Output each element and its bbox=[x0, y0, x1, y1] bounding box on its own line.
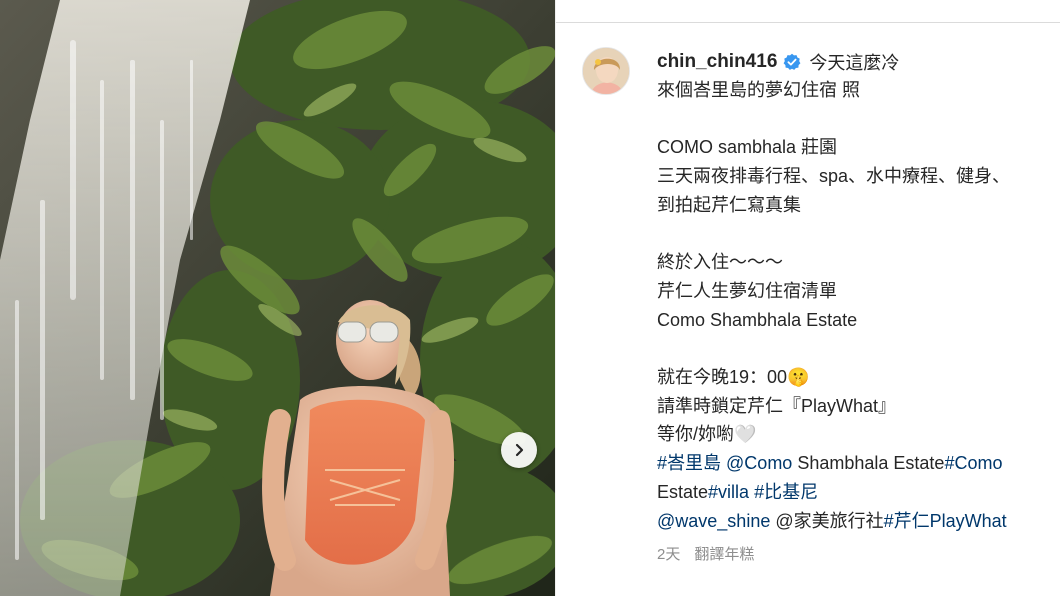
hashtag-link[interactable]: #Como bbox=[944, 453, 1002, 473]
next-photo-button[interactable] bbox=[501, 432, 537, 468]
avatar-image bbox=[583, 48, 629, 94]
verified-badge-icon bbox=[783, 53, 801, 70]
chevron-right-icon bbox=[515, 443, 524, 457]
username-link[interactable]: chin_chin416 bbox=[657, 51, 777, 73]
caption-line: 到拍起芹仁寫真集 bbox=[657, 194, 801, 215]
caption-line: Como Shambhala Estate bbox=[657, 309, 858, 330]
post-photo[interactable] bbox=[0, 0, 555, 596]
hashtag-line: Estate#villa #比基尼 bbox=[657, 478, 1060, 507]
caption-line: 等你/妳喲🤍 bbox=[657, 424, 757, 445]
hashtag-link[interactable]: #比基尼 bbox=[754, 482, 818, 502]
caption-text: Estate bbox=[657, 481, 709, 502]
caption-line: COMO sambhala 莊園 bbox=[657, 137, 838, 158]
mention-link[interactable]: @家美旅行社 bbox=[770, 511, 883, 531]
mention-link[interactable]: @wave_shine bbox=[657, 511, 770, 531]
caption-line: 就在今晚19：00🤫 bbox=[657, 366, 810, 387]
caption-line: 三天兩夜排毒行程、spa、水中療程、健身、 bbox=[657, 166, 1011, 187]
post-image bbox=[0, 0, 555, 596]
caption-meta: 2天 翻譯年糕 bbox=[657, 543, 1060, 564]
caption-header: chin_chin416 今天這麼冷 bbox=[657, 48, 1060, 76]
mention-link[interactable]: @Como bbox=[726, 453, 792, 473]
caption-pane: chin_chin416 今天這麼冷 來個峇里島的夢幻住宿 照 COMO sam… bbox=[555, 0, 1060, 596]
hashtag-link[interactable]: #villa bbox=[708, 482, 749, 502]
hashtag-link[interactable]: #峇里島 bbox=[657, 453, 721, 473]
caption-text: Shambhala Estate bbox=[792, 453, 945, 474]
caption-line: 來個峇里島的夢幻住宿 照 bbox=[657, 80, 860, 100]
translate-button[interactable]: 翻譯年糕 bbox=[694, 546, 754, 563]
caption-line: 終於入住～～～ bbox=[657, 252, 783, 273]
hashtag-link[interactable]: #芹仁PlayWhat bbox=[884, 511, 1007, 531]
avatar[interactable] bbox=[582, 47, 630, 95]
caption-text: 今天這麼冷 bbox=[809, 53, 900, 73]
hashtag-line: #峇里島 @Como Shambhala Estate#Como bbox=[657, 449, 1060, 478]
header-divider bbox=[556, 22, 1060, 23]
timestamp[interactable]: 2天 bbox=[657, 546, 680, 563]
caption-line: 請準時鎖定芹仁『PlayWhat』 bbox=[657, 395, 897, 416]
caption-line: 芹仁人生夢幻住宿清單 bbox=[657, 280, 837, 301]
caption: chin_chin416 今天這麼冷 來個峇里島的夢幻住宿 照 COMO sam… bbox=[657, 48, 1060, 564]
hashtag-line: @wave_shine @家美旅行社#芹仁PlayWhat bbox=[657, 507, 1060, 536]
